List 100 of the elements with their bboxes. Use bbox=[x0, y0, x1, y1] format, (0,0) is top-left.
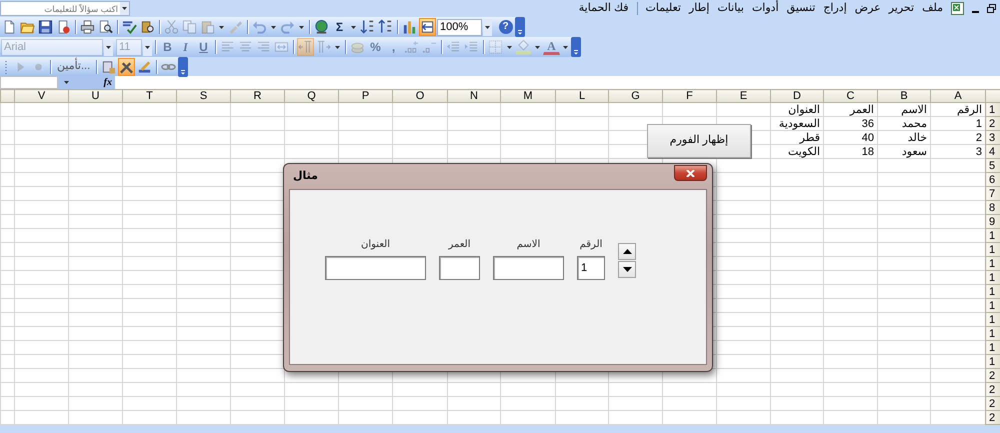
column-header[interactable]: C bbox=[824, 90, 878, 102]
column-header[interactable]: B bbox=[878, 90, 930, 102]
sum-button[interactable]: Σ bbox=[331, 18, 348, 36]
sort-ascending-icon[interactable] bbox=[360, 19, 375, 35]
document-permission-icon[interactable] bbox=[56, 19, 71, 35]
menu-item[interactable]: فك الحماية bbox=[578, 2, 629, 16]
row-header[interactable]: 1 bbox=[986, 102, 1000, 116]
column-header[interactable]: V bbox=[14, 90, 68, 102]
row-header[interactable]: 8 bbox=[986, 200, 1000, 214]
menu-item[interactable]: أدوات bbox=[752, 2, 779, 16]
table-cell: محمد bbox=[878, 116, 930, 130]
toolbar-options-icon[interactable] bbox=[178, 56, 188, 76]
row-header[interactable]: 2 bbox=[986, 368, 1000, 382]
row-header[interactable]: 1 bbox=[986, 242, 1000, 256]
row-header[interactable]: 6 bbox=[986, 172, 1000, 186]
row-header[interactable]: 1 bbox=[986, 270, 1000, 284]
row-header[interactable]: 1 bbox=[986, 340, 1000, 354]
column-header[interactable]: O bbox=[392, 90, 448, 102]
column-header[interactable]: A bbox=[930, 90, 986, 102]
help-button[interactable]: ? bbox=[498, 20, 512, 34]
paragraph-icon bbox=[298, 39, 313, 55]
spin-up-button[interactable] bbox=[618, 243, 636, 260]
column-header[interactable]: E bbox=[716, 90, 770, 102]
row-header[interactable]: 1 bbox=[986, 312, 1000, 326]
menu-item[interactable]: إدراج bbox=[823, 2, 847, 16]
table-cell: 36 bbox=[824, 116, 878, 130]
column-header[interactable]: L bbox=[556, 90, 608, 102]
table-cell: الرقم bbox=[930, 102, 986, 116]
field-label: العمر bbox=[448, 239, 470, 251]
print-icon[interactable] bbox=[80, 19, 95, 35]
column-header[interactable]: T bbox=[122, 90, 176, 102]
save-icon[interactable] bbox=[38, 19, 53, 35]
pencil-icon[interactable] bbox=[137, 58, 152, 74]
column-header[interactable]: R bbox=[230, 90, 284, 102]
column-header[interactable]: D bbox=[770, 90, 824, 102]
input-field[interactable] bbox=[325, 256, 426, 280]
caret-icon[interactable] bbox=[122, 7, 127, 10]
spin-down-button[interactable] bbox=[618, 261, 636, 278]
restore-icon[interactable] bbox=[987, 4, 996, 13]
column-header[interactable]: G bbox=[608, 90, 662, 102]
column-header[interactable]: Q bbox=[284, 90, 338, 102]
help-search-field[interactable]: اكتب سؤالاً للتعليمات bbox=[0, 1, 130, 16]
row-header[interactable]: 1 bbox=[986, 228, 1000, 242]
row-header[interactable]: 2 bbox=[986, 116, 1000, 130]
column-header[interactable]: U bbox=[68, 90, 122, 102]
table-cell: الاسم bbox=[878, 102, 930, 116]
column-header[interactable]: M bbox=[500, 90, 556, 102]
row-header[interactable]: 1 bbox=[986, 298, 1000, 312]
row-header[interactable]: 1 bbox=[986, 284, 1000, 298]
menu-item[interactable]: تنسيق bbox=[786, 2, 816, 16]
close-button[interactable] bbox=[674, 165, 707, 181]
menu-item[interactable]: تحرير bbox=[888, 2, 914, 16]
row-header[interactable]: 1 bbox=[986, 256, 1000, 270]
column-header[interactable]: P bbox=[338, 90, 392, 102]
globe-icon[interactable] bbox=[314, 19, 329, 35]
window-title: مثال bbox=[293, 170, 318, 184]
column-header[interactable]: S bbox=[176, 90, 230, 102]
row-header[interactable]: 1 bbox=[986, 354, 1000, 368]
protection-menu[interactable]: تأمين... bbox=[54, 60, 94, 74]
caret-icon[interactable] bbox=[219, 26, 224, 28]
sort-descending-icon[interactable] bbox=[378, 19, 393, 35]
row-header[interactable]: 3 bbox=[986, 130, 1000, 144]
grip-icon[interactable] bbox=[4, 60, 8, 74]
caret-icon[interactable] bbox=[485, 26, 490, 28]
field-label: العنوان bbox=[361, 239, 390, 251]
menu-item[interactable]: تعليمات bbox=[646, 2, 681, 16]
menu-item[interactable]: إطار bbox=[688, 2, 710, 16]
caret-icon[interactable] bbox=[299, 26, 304, 28]
new-document-icon[interactable] bbox=[2, 19, 17, 35]
input-field[interactable] bbox=[439, 256, 480, 280]
field-label: الرقم bbox=[580, 239, 602, 251]
row-header[interactable]: 4 bbox=[986, 144, 1000, 158]
row-header[interactable]: 2 bbox=[986, 410, 1000, 424]
chart-icon[interactable] bbox=[402, 19, 417, 35]
column-header[interactable]: N bbox=[448, 90, 500, 102]
spreadsheet-icon[interactable] bbox=[951, 2, 964, 15]
caret-icon[interactable] bbox=[64, 81, 69, 84]
column-header[interactable]: F bbox=[662, 90, 716, 102]
sheet-direction-button[interactable] bbox=[419, 18, 436, 36]
input-field[interactable] bbox=[493, 256, 564, 280]
row-header[interactable]: 1 bbox=[986, 326, 1000, 340]
table-cell: السعودية bbox=[770, 116, 824, 130]
protect-sheet-icon[interactable] bbox=[101, 58, 116, 74]
toolbar-options-icon[interactable] bbox=[515, 17, 525, 37]
function-button[interactable]: fx bbox=[104, 76, 112, 88]
zoom-field[interactable]: 100% bbox=[437, 18, 482, 36]
row-header[interactable]: 5 bbox=[986, 158, 1000, 172]
menu-item[interactable]: عرض bbox=[854, 2, 881, 16]
print-preview-icon[interactable] bbox=[98, 19, 113, 35]
row-header[interactable]: 2 bbox=[986, 396, 1000, 410]
caret-icon[interactable] bbox=[271, 26, 276, 28]
caret-icon[interactable] bbox=[351, 26, 356, 28]
show-form-button[interactable]: إظهار الفورم bbox=[647, 124, 751, 158]
row-header[interactable]: 2 bbox=[986, 382, 1000, 396]
input-field[interactable]: 1 bbox=[577, 256, 605, 280]
menu-item[interactable]: بيانات bbox=[717, 2, 744, 16]
menu-item[interactable]: ملف bbox=[922, 2, 943, 16]
row-header[interactable]: 9 bbox=[986, 214, 1000, 228]
row-header[interactable]: 7 bbox=[986, 186, 1000, 200]
spelling-icon[interactable] bbox=[122, 19, 137, 35]
